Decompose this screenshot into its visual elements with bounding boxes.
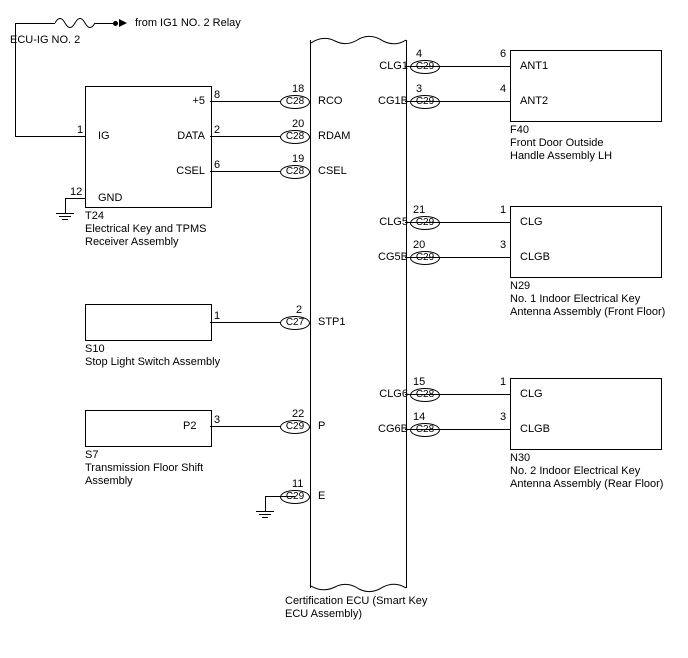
wire bbox=[405, 101, 510, 102]
terminal-dot bbox=[113, 21, 118, 26]
pin-n30-clg-num: 1 bbox=[500, 376, 506, 388]
pin-csel2-name: CSEL bbox=[318, 165, 347, 177]
pin-ant1-num: 6 bbox=[500, 48, 506, 60]
conn-rdam: C28 bbox=[280, 130, 310, 144]
wire bbox=[265, 496, 295, 497]
stop-switch-box bbox=[85, 304, 212, 341]
antenna2-id: N30 bbox=[510, 452, 530, 465]
wire bbox=[405, 429, 510, 430]
conn-p: C29 bbox=[280, 420, 310, 434]
pin-cg5b-name: CG5B bbox=[378, 251, 408, 263]
shift-id: S7 bbox=[85, 449, 98, 462]
pin-data-name: DATA bbox=[169, 130, 205, 142]
pin-ant2-name: ANT2 bbox=[520, 95, 548, 107]
antenna1-name: No. 1 Indoor Electrical Key Antenna Asse… bbox=[510, 293, 665, 319]
antenna2-name: No. 2 Indoor Electrical Key Antenna Asse… bbox=[510, 465, 663, 491]
pin-e-name: E bbox=[318, 490, 325, 502]
pin-n29-clgb-name: CLGB bbox=[520, 251, 550, 263]
stop-switch-id: S10 bbox=[85, 343, 105, 356]
pin-e-num: 11 bbox=[292, 478, 303, 490]
pin-rco-name: RCO bbox=[318, 95, 342, 107]
pin-p2-name: P2 bbox=[183, 420, 196, 432]
pin-n29-clg-num: 1 bbox=[500, 204, 506, 216]
conn-clg5: C29 bbox=[410, 216, 440, 230]
conn-cg1b: C29 bbox=[410, 95, 440, 109]
pin-csel2-num: 19 bbox=[292, 153, 304, 165]
conn-stp1: C27 bbox=[280, 316, 310, 330]
wire bbox=[95, 23, 115, 24]
pin-p-num: 22 bbox=[292, 408, 304, 420]
pin-n30-clgb-num: 3 bbox=[500, 411, 506, 423]
wire bbox=[405, 394, 510, 395]
pin-csel-num: 6 bbox=[214, 159, 220, 171]
receiver-name: Electrical Key and TPMS Receiver Assembl… bbox=[85, 223, 206, 249]
pin-rdam-num: 20 bbox=[292, 118, 304, 130]
pin-cg1b-name: CG1B bbox=[378, 95, 408, 107]
pin-cg1b-num: 3 bbox=[416, 83, 422, 95]
fuse-label: ECU-IG NO. 2 bbox=[10, 34, 80, 47]
pin-rco-num: 18 bbox=[292, 83, 304, 95]
wiring-diagram: from IG1 NO. 2 Relay ECU-IG NO. 2 IG 1 +… bbox=[0, 0, 688, 658]
pin-csel-name: CSEL bbox=[169, 165, 205, 177]
arrow-head-icon bbox=[119, 19, 127, 27]
pin-n29-clg-name: CLG bbox=[520, 216, 543, 228]
conn-clg1: C29 bbox=[410, 60, 440, 74]
source-label: from IG1 NO. 2 Relay bbox=[135, 17, 241, 30]
wire bbox=[15, 23, 55, 24]
pin-stp1-name: STP1 bbox=[318, 316, 346, 328]
conn-e: C29 bbox=[280, 490, 310, 504]
receiver-id: T24 bbox=[85, 210, 104, 223]
pin-cg6b-name: CG6B bbox=[378, 423, 408, 435]
pin-p5-num: 8 bbox=[214, 89, 220, 101]
pin-ant1-name: ANT1 bbox=[520, 60, 548, 72]
shift-name: Transmission Floor Shift Assembly bbox=[85, 462, 203, 488]
pin-s10-num: 1 bbox=[214, 310, 220, 322]
pin-p5-name: +5 bbox=[185, 95, 205, 107]
pin-ig-num: 1 bbox=[77, 124, 83, 136]
conn-cg6b: C28 bbox=[410, 423, 440, 437]
pin-clg6-name: CLG6 bbox=[378, 388, 408, 400]
pin-stp1-num: 2 bbox=[296, 304, 302, 316]
wire bbox=[405, 222, 510, 223]
door-handle-name: Front Door Outside Handle Assembly LH bbox=[510, 137, 612, 163]
pin-rdam-name: RDAM bbox=[318, 130, 350, 142]
conn-csel: C28 bbox=[280, 165, 310, 179]
pin-clg5-num: 21 bbox=[413, 204, 425, 216]
pin-gnd-num: 12 bbox=[70, 186, 82, 198]
door-handle-id: F40 bbox=[510, 124, 529, 137]
wire bbox=[65, 198, 66, 213]
wire bbox=[265, 496, 266, 511]
pin-clg6-num: 15 bbox=[413, 376, 425, 388]
conn-cg5b: C29 bbox=[410, 251, 440, 265]
pin-clg1-name: CLG1 bbox=[378, 60, 408, 72]
pin-cg5b-num: 20 bbox=[413, 239, 425, 251]
pin-cg6b-num: 14 bbox=[413, 411, 425, 423]
fuse-icon bbox=[55, 16, 95, 30]
stop-switch-name: Stop Light Switch Assembly bbox=[85, 356, 220, 369]
conn-rco: C28 bbox=[280, 95, 310, 109]
wire bbox=[15, 136, 85, 137]
pin-p2-num: 3 bbox=[214, 414, 220, 426]
pin-ant2-num: 4 bbox=[500, 83, 506, 95]
antenna1-id: N29 bbox=[510, 280, 530, 293]
pin-n29-clgb-num: 3 bbox=[500, 239, 506, 251]
conn-clg6: C28 bbox=[410, 388, 440, 402]
wire bbox=[405, 257, 510, 258]
pin-data-num: 2 bbox=[214, 124, 220, 136]
pin-n30-clgb-name: CLGB bbox=[520, 423, 550, 435]
pin-gnd-name: GND bbox=[98, 192, 122, 204]
pin-clg1-num: 4 bbox=[416, 48, 422, 60]
pin-ig-name: IG bbox=[98, 130, 110, 142]
wire bbox=[65, 198, 85, 199]
pin-n30-clg-name: CLG bbox=[520, 388, 543, 400]
wire bbox=[405, 66, 510, 67]
pin-clg5-name: CLG5 bbox=[378, 216, 408, 228]
cert-ecu-box bbox=[310, 40, 407, 588]
pin-p-name: P bbox=[318, 420, 325, 432]
cert-ecu-name: Certification ECU (Smart Key ECU Assembl… bbox=[285, 595, 427, 621]
